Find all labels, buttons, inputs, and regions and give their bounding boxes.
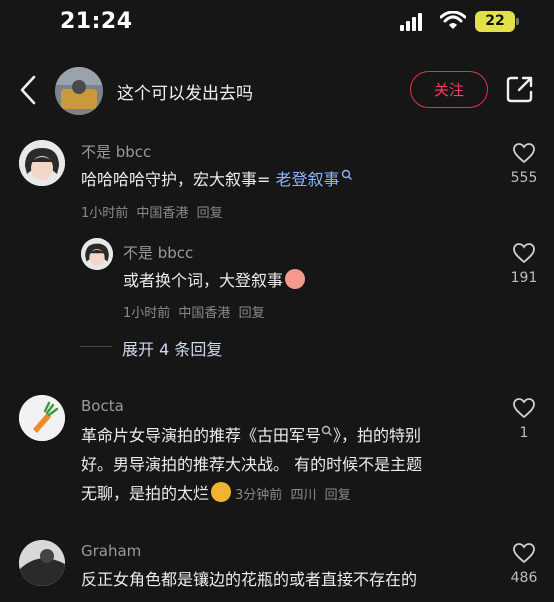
signal-icon <box>400 13 426 31</box>
comment-author[interactable]: 不是 bbcc <box>81 141 151 162</box>
like-count: 191 <box>510 270 538 286</box>
like-count: 486 <box>510 570 538 586</box>
heart-icon <box>513 143 535 164</box>
comment-meta: 1小时前 中国香港 回复 <box>123 306 265 321</box>
follow-button[interactable]: 关注 <box>410 71 488 108</box>
comment-meta: 1小时前 中国香港 回复 <box>81 206 223 221</box>
comment-meta: 3分钟前 四川 回复 <box>235 488 351 503</box>
avatar[interactable] <box>19 395 65 441</box>
heart-icon <box>513 398 535 419</box>
post-avatar[interactable] <box>55 67 103 115</box>
reply-button[interactable]: 回复 <box>239 306 265 321</box>
search-icon <box>321 425 333 436</box>
status-time: 21:24 <box>60 9 133 34</box>
search-icon <box>341 169 352 180</box>
heart-icon <box>513 543 535 564</box>
like-count: 555 <box>510 170 538 186</box>
battery-icon: 22 <box>475 11 519 32</box>
share-icon[interactable] <box>505 74 535 104</box>
like-button[interactable]: 1 <box>506 397 542 441</box>
avatar[interactable] <box>19 540 65 586</box>
comment-author[interactable]: 不是 bbcc <box>123 242 193 263</box>
search-link[interactable]: 老登叙事 <box>276 170 340 189</box>
emoji-icon <box>285 269 306 289</box>
comment-header: 这个可以发出去吗 关注 <box>0 60 554 120</box>
comment-author[interactable]: Bocta <box>81 397 124 415</box>
search-link[interactable]: 古田军号 <box>257 426 321 445</box>
comment-author[interactable]: Graham <box>81 542 141 560</box>
divider <box>80 346 112 347</box>
back-arrow-icon[interactable] <box>16 74 40 106</box>
comment-text: 反正女角色都是镶边的花瓶的或者直接不存在的 <box>81 570 418 589</box>
emoji-icon <box>211 482 232 502</box>
comment-text: 或者换个词，大登叙事 <box>123 266 306 295</box>
comment-text: 革命片女导演拍的推荐《古田军号 》，拍的特别 好。男导演拍的推荐大决战。 有的时候… <box>81 425 423 503</box>
avatar[interactable] <box>81 238 113 270</box>
reply-button[interactable]: 回复 <box>197 206 223 221</box>
like-button[interactable]: 191 <box>506 242 542 286</box>
reply-button[interactable]: 回复 <box>325 488 351 503</box>
comment-text: 哈哈哈哈守护，宏大叙事= 老登叙事 <box>81 165 353 194</box>
wifi-icon <box>440 11 466 29</box>
status-bar: 21:24 22 <box>0 0 554 48</box>
avatar[interactable] <box>19 140 65 186</box>
like-button[interactable]: 555 <box>506 142 542 186</box>
like-count: 1 <box>519 425 529 441</box>
expand-replies-button[interactable]: 展开 4 条回复 <box>122 336 222 360</box>
post-title: 这个可以发出去吗 <box>117 84 253 104</box>
heart-icon <box>513 243 535 264</box>
like-button[interactable]: 486 <box>506 542 542 586</box>
